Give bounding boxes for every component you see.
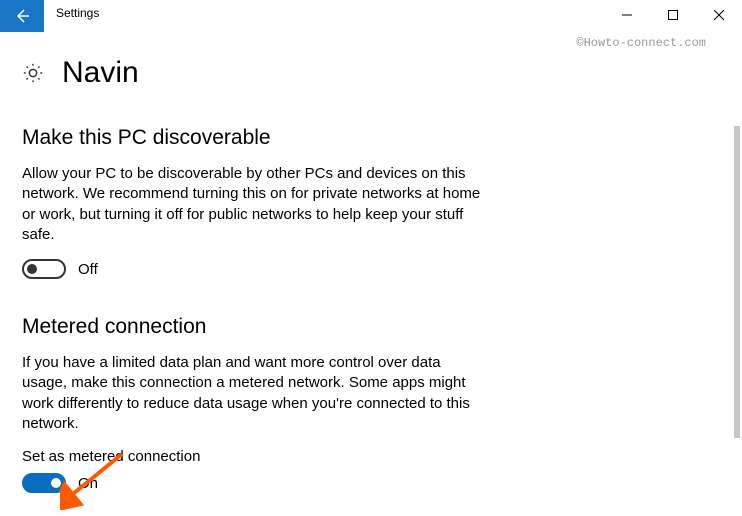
window-title: Settings bbox=[44, 0, 604, 20]
toggle-knob bbox=[27, 264, 37, 274]
metered-sub-label: Set as metered connection bbox=[22, 448, 720, 465]
close-icon bbox=[714, 10, 724, 20]
close-button[interactable] bbox=[696, 0, 742, 30]
metered-toggle[interactable] bbox=[22, 473, 66, 493]
titlebar: Settings bbox=[0, 0, 742, 32]
arrow-left-icon bbox=[13, 7, 31, 25]
content-area: Make this PC discoverable Allow your PC … bbox=[0, 126, 742, 516]
back-button[interactable] bbox=[0, 0, 44, 32]
window-controls bbox=[604, 0, 742, 30]
metered-toggle-row: On bbox=[22, 473, 720, 493]
metered-toggle-label: On bbox=[78, 475, 98, 492]
page-title: Navin bbox=[62, 56, 139, 90]
minimize-icon bbox=[622, 10, 632, 20]
discoverable-toggle[interactable] bbox=[22, 259, 66, 279]
vertical-scrollbar[interactable] bbox=[734, 126, 740, 438]
gear-icon bbox=[22, 62, 44, 84]
minimize-button[interactable] bbox=[604, 0, 650, 30]
discoverable-description: Allow your PC to be discoverable by othe… bbox=[22, 164, 482, 245]
metered-heading: Metered connection bbox=[22, 315, 720, 339]
metered-description: If you have a limited data plan and want… bbox=[22, 353, 482, 434]
maximize-icon bbox=[668, 10, 678, 20]
discoverable-toggle-label: Off bbox=[78, 261, 98, 278]
maximize-button[interactable] bbox=[650, 0, 696, 30]
toggle-knob bbox=[51, 478, 61, 488]
watermark-text: ©Howto-connect.com bbox=[576, 36, 706, 50]
discoverable-heading: Make this PC discoverable bbox=[22, 126, 720, 150]
discoverable-toggle-row: Off bbox=[22, 259, 720, 279]
